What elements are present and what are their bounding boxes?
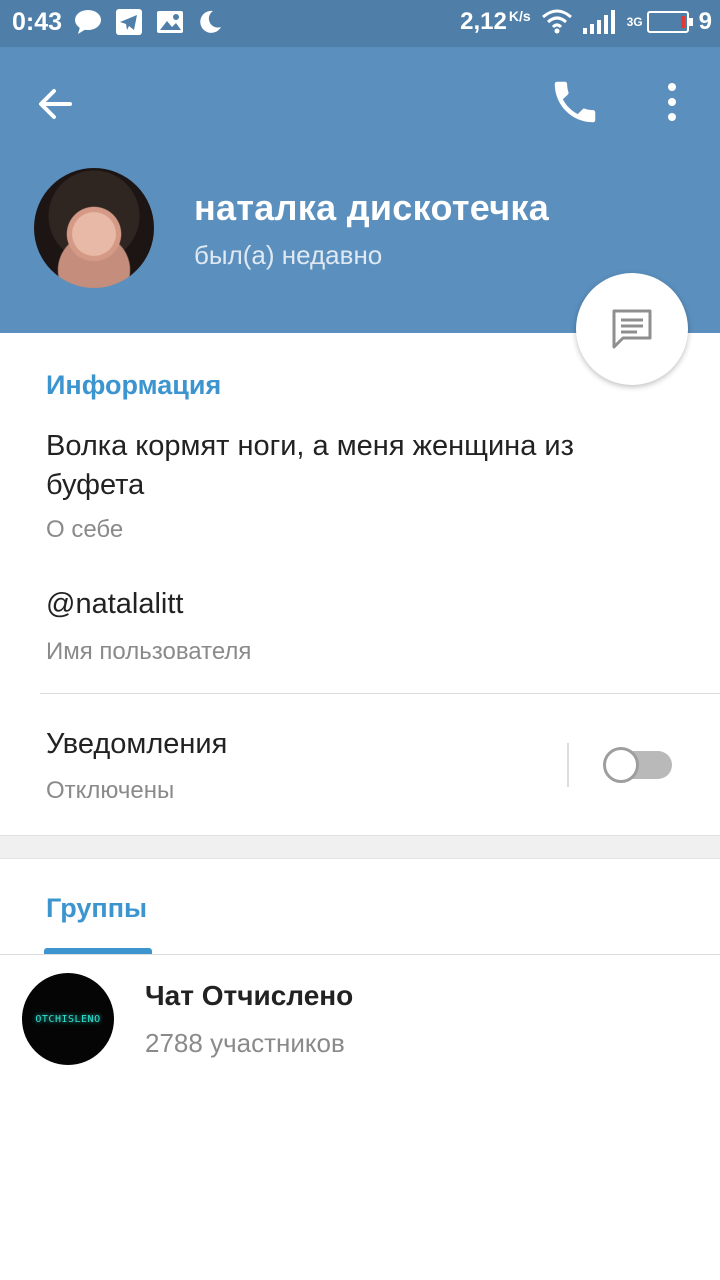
battery-level: 9	[698, 8, 712, 35]
notification-icons	[74, 9, 222, 35]
profile-name: наталка дискотечка	[194, 187, 550, 228]
group-list-item[interactable]: OTCHISLENO Чат Отчислено 2788 участников	[0, 960, 720, 1070]
tab-underline	[0, 954, 720, 955]
gallery-icon	[157, 11, 183, 33]
chat-bubble-icon	[75, 10, 101, 34]
notifications-state: Отключены	[46, 777, 175, 804]
telegram-icon	[116, 9, 142, 35]
message-icon	[612, 309, 652, 349]
username-label: Имя пользователя	[46, 638, 252, 665]
more-vert-icon	[668, 83, 676, 121]
bio-label: О себе	[46, 516, 124, 543]
notifications-toggle[interactable]	[603, 747, 672, 783]
moon-icon	[200, 10, 221, 33]
network-speed: 2,12 K/s	[460, 8, 531, 35]
bio-text[interactable]: Волка кормят ноги, а меня женщина из буф…	[46, 427, 666, 505]
signal-icon	[582, 10, 615, 34]
profile-avatar[interactable]	[34, 168, 154, 288]
status-bar: 0:43 2,12 K/s 3G 9	[0, 0, 720, 47]
status-right: 2,12 K/s 3G 9	[460, 8, 712, 36]
divider	[40, 693, 720, 694]
network-type: 3G	[626, 15, 643, 29]
group-members-count: 2788 участников	[145, 1028, 345, 1058]
speed-unit: K/s	[508, 8, 531, 24]
profile-status: был(а) недавно	[194, 240, 383, 270]
wifi-icon	[541, 9, 572, 34]
group-avatar: OTCHISLENO	[22, 973, 114, 1065]
username-text[interactable]: @natalalitt	[46, 585, 183, 624]
toggle-knob	[603, 747, 639, 783]
toggle-separator	[567, 743, 569, 787]
call-button[interactable]	[548, 75, 602, 129]
send-message-button[interactable]	[576, 273, 688, 385]
group-name: Чат Отчислено	[145, 980, 354, 1011]
section-gap	[0, 835, 720, 859]
arrow-back-icon	[39, 89, 72, 119]
phone-icon	[554, 81, 596, 123]
battery-icon	[646, 11, 693, 33]
tab-groups[interactable]: Группы	[46, 893, 147, 924]
back-button[interactable]	[30, 79, 80, 129]
group-avatar-text: OTCHISLENO	[35, 1013, 101, 1025]
notifications-title[interactable]: Уведомления	[46, 725, 227, 764]
more-options-button[interactable]	[650, 77, 694, 127]
status-time: 0:43	[12, 8, 63, 36]
info-section-title: Информация	[46, 370, 222, 400]
